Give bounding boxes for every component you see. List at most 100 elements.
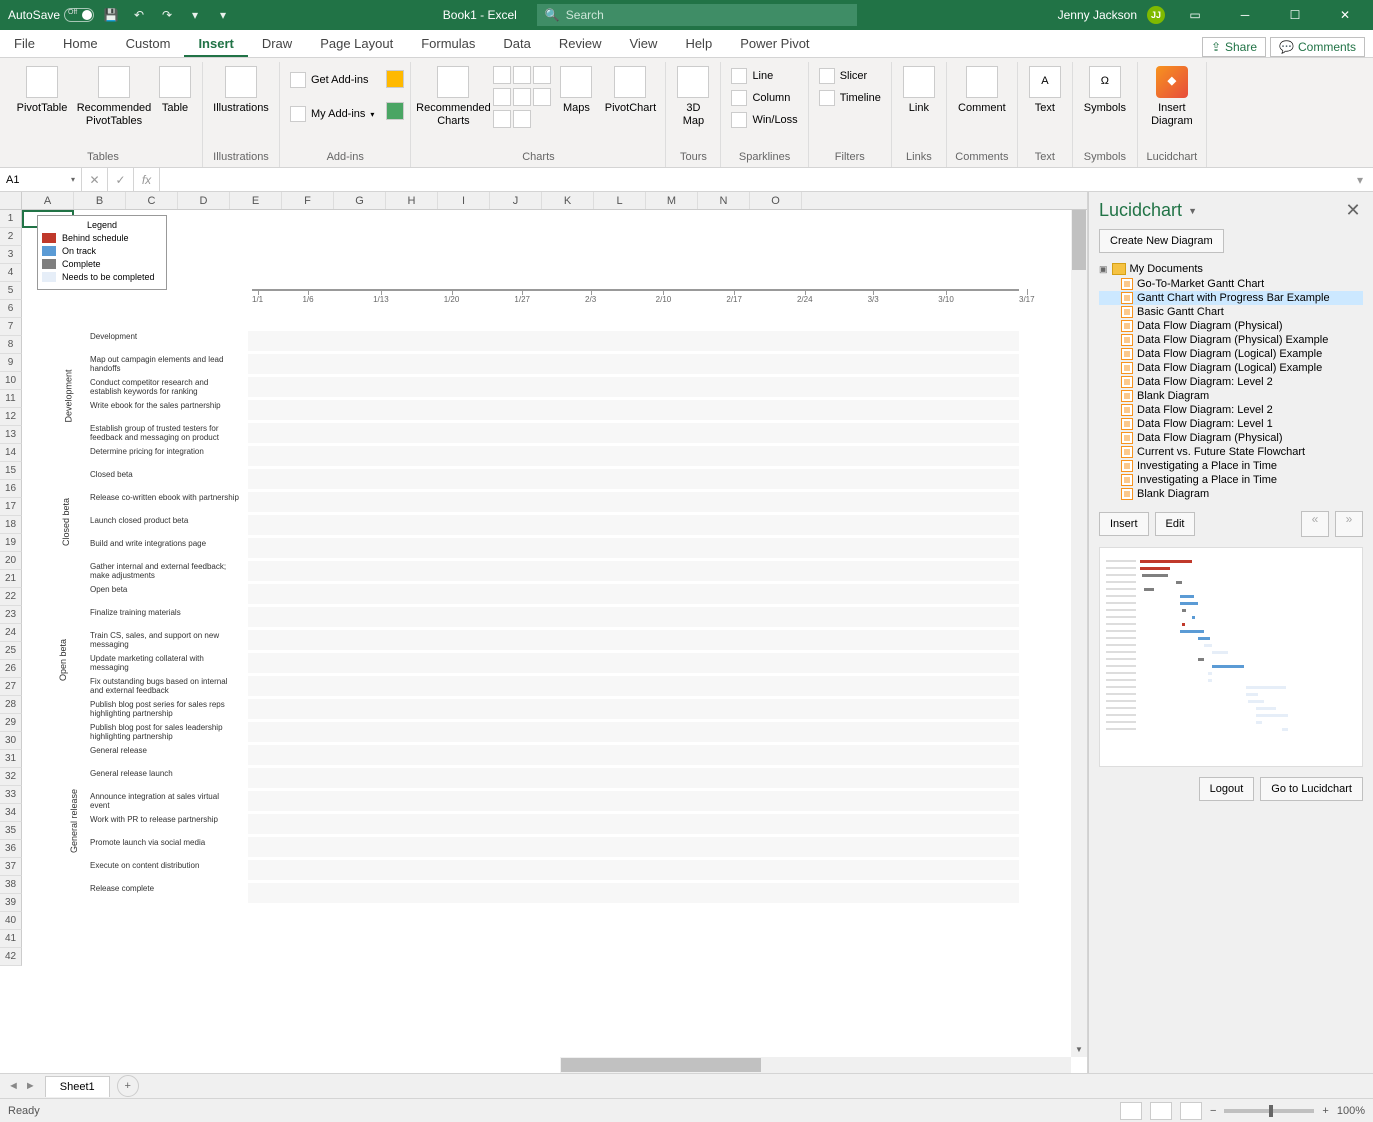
row-header[interactable]: 36: [0, 840, 22, 858]
row-header[interactable]: 39: [0, 894, 22, 912]
column-header[interactable]: C: [126, 192, 178, 209]
row-header[interactable]: 30: [0, 732, 22, 750]
slicer-button[interactable]: Slicer: [815, 66, 885, 86]
row-header[interactable]: 19: [0, 534, 22, 552]
pivottable-button[interactable]: PivotTable: [10, 62, 74, 119]
row-header[interactable]: 41: [0, 930, 22, 948]
tree-item[interactable]: Data Flow Diagram (Physical): [1099, 319, 1363, 333]
row-header[interactable]: 23: [0, 606, 22, 624]
stock-chart-icon[interactable]: [493, 110, 511, 128]
ribbon-display-icon[interactable]: ▭: [1175, 0, 1215, 30]
column-header[interactable]: H: [386, 192, 438, 209]
tree-item[interactable]: Data Flow Diagram: Level 2: [1099, 403, 1363, 417]
formula-input[interactable]: [160, 168, 1347, 191]
recommended-pivottables-button[interactable]: Recommended PivotTables: [78, 62, 150, 132]
comment-button[interactable]: Comment: [953, 62, 1011, 119]
row-header[interactable]: 18: [0, 516, 22, 534]
row-header[interactable]: 28: [0, 696, 22, 714]
ribbon-tab-file[interactable]: File: [0, 32, 49, 57]
tree-item[interactable]: Blank Diagram: [1099, 389, 1363, 403]
row-header[interactable]: 4: [0, 264, 22, 282]
column-header[interactable]: J: [490, 192, 542, 209]
column-header[interactable]: B: [74, 192, 126, 209]
row-header[interactable]: 37: [0, 858, 22, 876]
bing-icon[interactable]: [386, 70, 404, 88]
row-header[interactable]: 24: [0, 624, 22, 642]
bar-chart-icon[interactable]: [493, 66, 511, 84]
row-header[interactable]: 16: [0, 480, 22, 498]
column-header[interactable]: A: [22, 192, 74, 209]
user-name[interactable]: Jenny Jackson: [1058, 8, 1137, 22]
row-header[interactable]: 15: [0, 462, 22, 480]
row-header[interactable]: 32: [0, 768, 22, 786]
row-header[interactable]: 27: [0, 678, 22, 696]
line-chart-icon[interactable]: [513, 66, 531, 84]
normal-view-icon[interactable]: [1120, 1102, 1142, 1120]
ribbon-tab-formulas[interactable]: Formulas: [407, 32, 489, 57]
tree-item[interactable]: Data Flow Diagram (Physical) Example: [1099, 333, 1363, 347]
timeline-button[interactable]: Timeline: [815, 88, 885, 108]
3d-map-button[interactable]: 3D Map: [672, 62, 714, 132]
recommended-charts-button[interactable]: Recommended Charts: [417, 62, 489, 132]
ribbon-tab-insert[interactable]: Insert: [184, 32, 247, 57]
spark-column-button[interactable]: Column: [727, 88, 801, 108]
pane-close-icon[interactable]: ✕: [1343, 200, 1363, 221]
scroll-thumb[interactable]: [1072, 210, 1086, 270]
ribbon-tab-home[interactable]: Home: [49, 32, 112, 57]
redo-icon[interactable]: ↷: [156, 4, 178, 26]
ribbon-tab-power-pivot[interactable]: Power Pivot: [726, 32, 823, 57]
edit-button[interactable]: Edit: [1155, 512, 1196, 536]
row-header[interactable]: 12: [0, 408, 22, 426]
sheet-nav-prev-icon[interactable]: ◄: [8, 1080, 19, 1092]
page-break-view-icon[interactable]: [1180, 1102, 1202, 1120]
ribbon-tab-help[interactable]: Help: [671, 32, 726, 57]
row-header[interactable]: 20: [0, 552, 22, 570]
cancel-formula-icon[interactable]: ✕: [82, 168, 108, 191]
row-header[interactable]: 11: [0, 390, 22, 408]
tree-item[interactable]: Data Flow Diagram (Physical): [1099, 431, 1363, 445]
search-box[interactable]: 🔍 Search: [537, 4, 857, 26]
horizontal-scrollbar[interactable]: [560, 1057, 1071, 1073]
row-header[interactable]: 34: [0, 804, 22, 822]
ribbon-tab-draw[interactable]: Draw: [248, 32, 306, 57]
symbols-button[interactable]: ΩSymbols: [1079, 62, 1131, 119]
tree-item[interactable]: Investigating a Place in Time: [1099, 459, 1363, 473]
ribbon-tab-review[interactable]: Review: [545, 32, 616, 57]
row-header[interactable]: 8: [0, 336, 22, 354]
table-button[interactable]: Table: [154, 62, 196, 119]
combo-chart-icon[interactable]: [533, 88, 551, 106]
tree-item[interactable]: Basic Gantt Chart: [1099, 305, 1363, 319]
spark-line-button[interactable]: Line: [727, 66, 801, 86]
column-header[interactable]: M: [646, 192, 698, 209]
row-header[interactable]: 33: [0, 786, 22, 804]
row-header[interactable]: 3: [0, 246, 22, 264]
get-addins-button[interactable]: Get Add-ins: [286, 70, 378, 90]
row-header[interactable]: 7: [0, 318, 22, 336]
close-icon[interactable]: ✕: [1325, 0, 1365, 30]
row-header[interactable]: 6: [0, 300, 22, 318]
ribbon-tab-view[interactable]: View: [615, 32, 671, 57]
spreadsheet-grid[interactable]: ABCDEFGHIJKLMNO 123456789101112131415161…: [0, 192, 1088, 1073]
insert-diagram-button[interactable]: ◆Insert Diagram: [1144, 62, 1200, 132]
column-header[interactable]: D: [178, 192, 230, 209]
scatter-chart-icon[interactable]: [513, 88, 531, 106]
scroll-down-icon[interactable]: ▼: [1071, 1041, 1087, 1057]
tree-item[interactable]: Investigating a Place in Time: [1099, 473, 1363, 487]
qat-icon-2[interactable]: ▾: [212, 4, 234, 26]
row-header[interactable]: 42: [0, 948, 22, 966]
area-chart-icon[interactable]: [493, 88, 511, 106]
tree-item[interactable]: Current vs. Future State Flowchart: [1099, 445, 1363, 459]
comments-button[interactable]: 💬Comments: [1270, 37, 1365, 57]
add-sheet-button[interactable]: +: [117, 1075, 139, 1097]
row-header[interactable]: 1: [0, 210, 22, 228]
row-header[interactable]: 29: [0, 714, 22, 732]
expand-formula-icon[interactable]: ▾: [1347, 168, 1373, 191]
sheet-tab[interactable]: Sheet1: [45, 1076, 110, 1097]
insert-button[interactable]: Insert: [1099, 512, 1149, 536]
column-header[interactable]: E: [230, 192, 282, 209]
tree-root[interactable]: ▣ My Documents: [1099, 261, 1363, 277]
pie-chart-icon[interactable]: [533, 66, 551, 84]
ribbon-tab-custom[interactable]: Custom: [112, 32, 185, 57]
tree-item[interactable]: Data Flow Diagram: Level 1: [1099, 417, 1363, 431]
column-header[interactable]: I: [438, 192, 490, 209]
